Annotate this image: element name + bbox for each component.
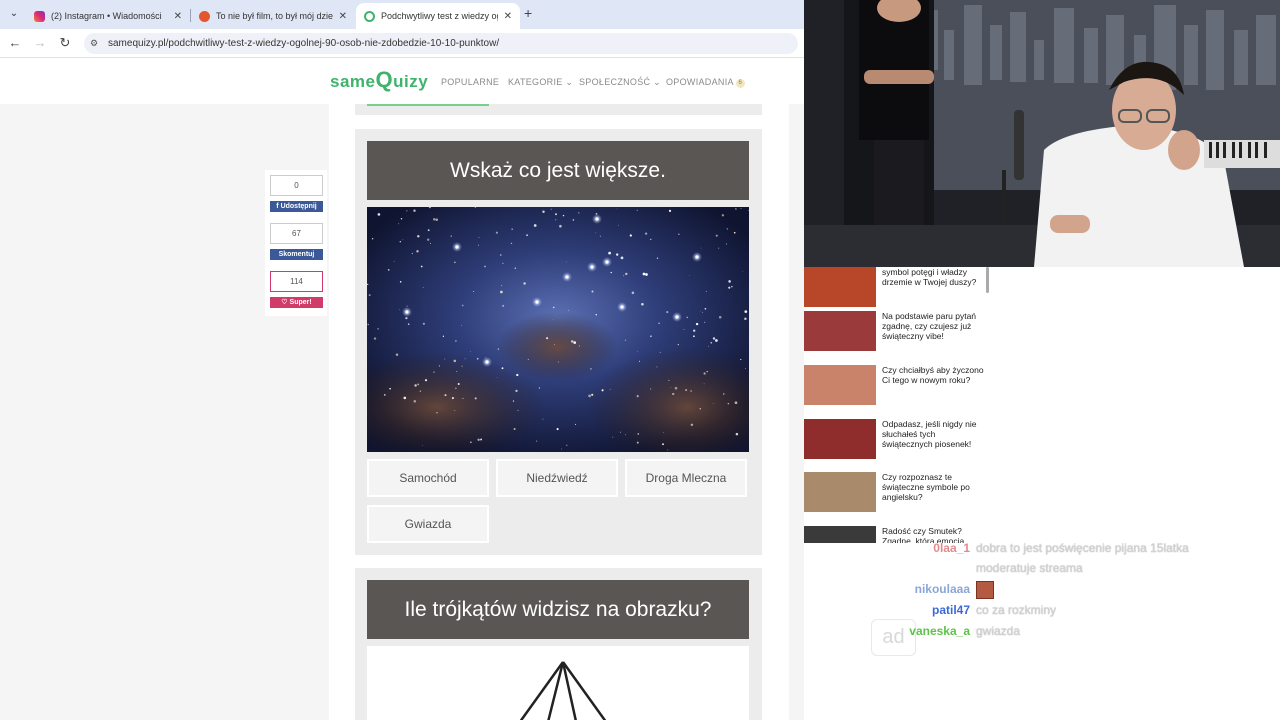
question-card-1: Wskaż co jest większe. Samochód Niedźwie… <box>355 129 762 555</box>
answer-option-4[interactable]: Gwiazda <box>367 505 489 543</box>
address-bar: ← → ↻ samequizy.pl/podchwitliwy-test-z-w… <box>0 29 804 58</box>
url-field[interactable]: samequizy.pl/podchwitliwy-test-z-wiedzy-… <box>84 33 798 54</box>
logo-text-same: same <box>330 72 376 91</box>
close-icon[interactable]: ✕ <box>504 11 512 22</box>
share-sidebar: 0 f Udostępnij 67 Skomentuj 114 ♡ Super! <box>265 170 327 316</box>
tab-bar: ⌄ (2) Instagram • Wiadomości ✕ To nie by… <box>0 0 804 29</box>
galaxy-image <box>367 207 749 452</box>
logo-text-q: Q <box>375 67 394 92</box>
menu-label: KATEGORIE <box>508 77 563 87</box>
menu-label: OPOWIADANIA <box>666 77 734 87</box>
chevron-down-icon: ⌄ <box>565 77 574 87</box>
close-icon[interactable]: ✕ <box>174 11 182 22</box>
chevron-down-icon: ⌄ <box>653 77 661 87</box>
back-icon[interactable]: ← <box>6 34 24 52</box>
recommendation-item[interactable]: Odpadasz, jeśli nigdy nie słuchałeś tych… <box>804 419 990 461</box>
menu-popularne[interactable]: POPULARNE <box>441 77 499 87</box>
tab-search-chevron-icon[interactable]: ⌄ <box>6 6 22 22</box>
question-title: Ile trójkątów widzisz na obrazku? <box>367 580 749 639</box>
like-label: Super! <box>289 299 312 306</box>
emote-icon <box>976 580 994 599</box>
reload-icon[interactable]: ↻ <box>56 34 74 52</box>
triangles-svg <box>519 661 607 720</box>
menu-spolecznosc[interactable]: SPOŁECZNOŚĆ ⌄ <box>579 77 661 88</box>
stream-panel: symbol potęgi i władzy drzemie w Twojej … <box>804 0 1280 720</box>
recommendation-item[interactable]: Czy rozpoznasz te świąteczne symbole po … <box>804 472 990 514</box>
chat-text: gwiazda <box>976 624 1021 638</box>
recommendation-item[interactable]: symbol potęgi i władzy drzemie w Twojej … <box>804 267 990 309</box>
recommendation-title: Na podstawie paru pytań zgadnę, czy czuj… <box>882 311 977 341</box>
forward-icon[interactable]: → <box>31 34 49 52</box>
recommendation-title: Czy chciałbyś aby życzono Ci tego w nowy… <box>882 365 984 385</box>
answer-option-2[interactable]: Niedźwiedź <box>496 459 618 497</box>
site-header: sameQuizy POPULARNE KATEGORIE ⌄ SPOŁECZN… <box>0 58 804 104</box>
chat-text: dobra to jest poświęcenie pijana 15latka <box>976 541 1189 555</box>
recommendation-thumbnail <box>804 365 876 405</box>
comment-count: 67 <box>270 223 323 244</box>
recommendation-title: Czy rozpoznasz te świąteczne symbole po … <box>882 472 970 502</box>
site-favicon-icon <box>199 10 210 22</box>
facebook-icon: f <box>276 203 279 210</box>
tab-instagram[interactable]: (2) Instagram • Wiadomości ✕ <box>26 3 190 29</box>
tab-title: (2) Instagram • Wiadomości <box>51 11 162 21</box>
recommendations-scrollbar[interactable] <box>986 267 989 293</box>
webcam-feed <box>804 0 1280 267</box>
triangles-image <box>367 646 749 720</box>
recommendation-item[interactable]: Na podstawie paru pytań zgadnę, czy czuj… <box>804 311 990 353</box>
chat-text <box>976 579 994 599</box>
galaxy-svg <box>367 207 749 452</box>
recommendation-title: Odpadasz, jeśli nigdy nie słuchałeś tych… <box>882 419 977 449</box>
tab-samequizy[interactable]: Podchwytliwy test z wiedzy ogólnej ✕ <box>356 3 520 29</box>
recommendation-item[interactable]: Czy chciałbyś aby życzono Ci tego w nowy… <box>804 365 990 407</box>
page-body: 0 f Udostępnij 67 Skomentuj 114 ♡ Super!… <box>0 104 804 720</box>
chat-username: nikoulaaa <box>914 582 970 596</box>
chat-text: moderatuje streama <box>976 561 1083 575</box>
tab-title: Podchwytliwy test z wiedzy ogólnej <box>381 11 498 21</box>
site-info-icon[interactable]: ⚙ <box>90 38 98 49</box>
menu-opowiadania[interactable]: OPOWIADANIA 6 <box>666 77 745 88</box>
question-card-2: Ile trójkątów widzisz na obrazku? <box>355 568 762 720</box>
close-icon[interactable]: ✕ <box>339 11 347 22</box>
menu-label: SPOŁECZNOŚĆ <box>579 77 651 87</box>
heart-icon: ♡ <box>281 299 288 306</box>
logo-text-uizy: uizy <box>393 72 429 91</box>
menu-kategorie[interactable]: KATEGORIE ⌄ <box>508 77 573 88</box>
share-button[interactable]: f Udostępnij <box>270 201 323 212</box>
tab-title: To nie był film, to był mój dzień <box>216 11 333 21</box>
webcam-svg <box>804 0 1280 267</box>
stream-chat: 0laa_1 dobra to jest poświęcenie pijana … <box>804 538 1280 658</box>
chat-text: co za rozkminy <box>976 603 1057 617</box>
screen: ⌄ (2) Instagram • Wiadomości ✕ To nie by… <box>0 0 1280 720</box>
previous-question-card <box>355 104 762 115</box>
chat-username: vaneska_a <box>909 624 970 638</box>
like-button[interactable]: ♡ Super! <box>270 297 323 308</box>
new-tab-button[interactable]: + <box>524 5 532 21</box>
question-title: Wskaż co jest większe. <box>367 141 749 200</box>
menu-badge: 6 <box>735 79 745 88</box>
recommendation-thumbnail <box>804 267 876 307</box>
comment-button[interactable]: Skomentuj <box>270 249 323 260</box>
share-count: 0 <box>270 175 323 196</box>
site-logo[interactable]: sameQuizy <box>330 67 428 93</box>
chat-username: patil47 <box>931 603 970 617</box>
browser-window: ⌄ (2) Instagram • Wiadomości ✕ To nie by… <box>0 0 804 720</box>
samequizy-favicon-icon <box>364 10 375 22</box>
chat-username: 0laa_1 <box>933 541 970 555</box>
answer-option-1[interactable]: Samochód <box>367 459 489 497</box>
instagram-icon <box>34 10 45 22</box>
like-count: 114 <box>270 271 323 292</box>
progress-line <box>367 104 489 106</box>
recommendations-list: symbol potęgi i władzy drzemie w Twojej … <box>804 267 990 543</box>
recommendation-title: symbol potęgi i władzy drzemie w Twojej … <box>882 267 977 287</box>
recommendation-thumbnail <box>804 311 876 351</box>
share-label: Udostępnij <box>280 203 317 210</box>
recommendation-thumbnail <box>804 472 876 512</box>
tab-film[interactable]: To nie był film, to był mój dzień ✕ <box>191 3 355 29</box>
answer-option-3[interactable]: Droga Mleczna <box>625 459 747 497</box>
recommendation-thumbnail <box>804 419 876 459</box>
